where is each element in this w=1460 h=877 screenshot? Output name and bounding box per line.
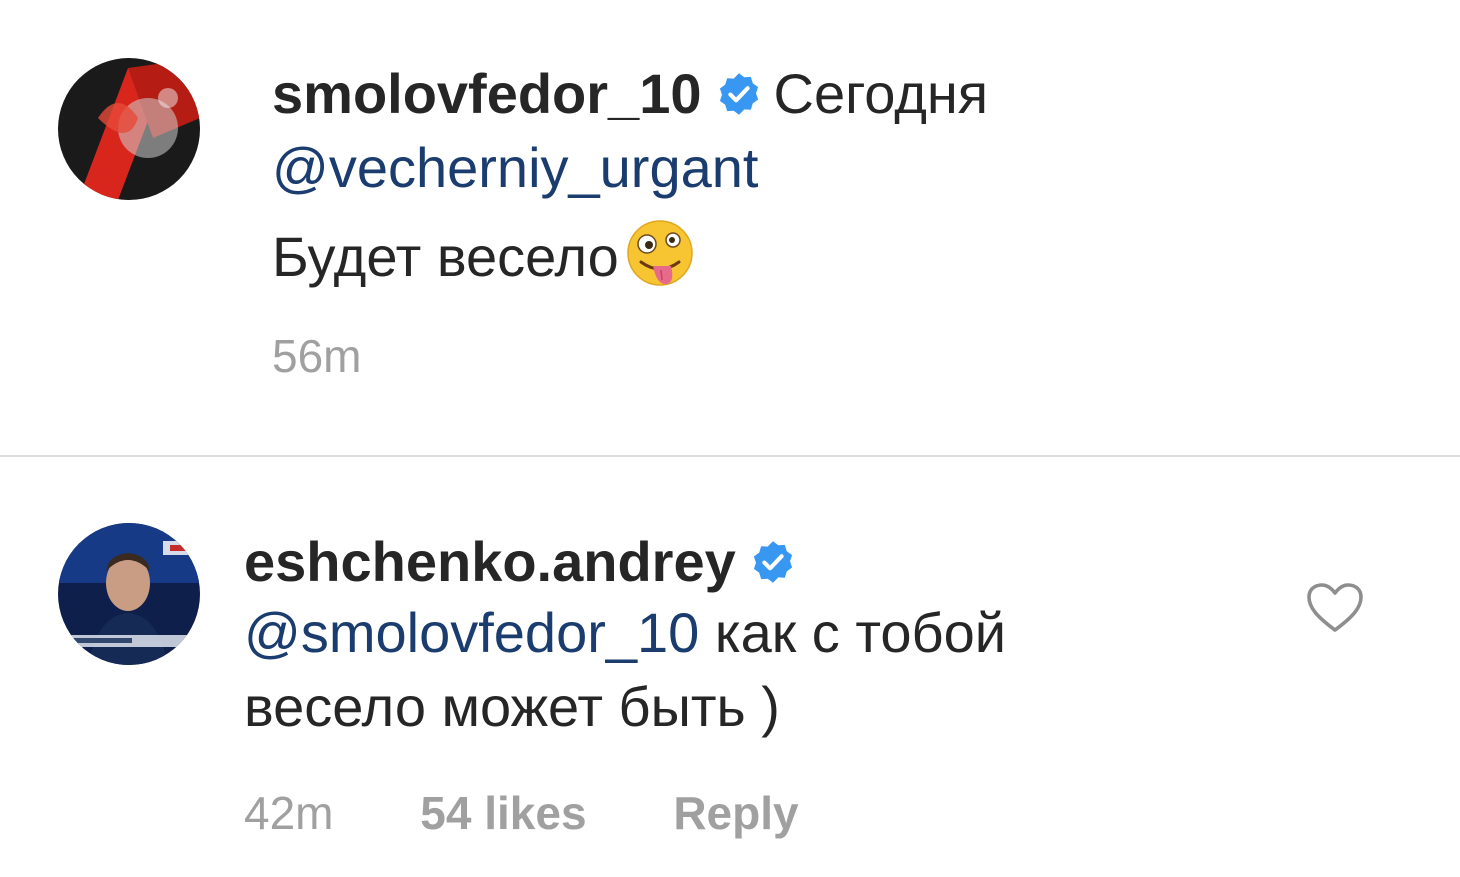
avatar[interactable]: [58, 58, 200, 200]
comment-header: smolovfedor_10 Сегодня: [272, 62, 988, 126]
comment-item: smolovfedor_10 Сегодня @vecherniy_urgant…: [0, 0, 1460, 455]
comment-body-line: Будет весело: [272, 218, 697, 292]
username[interactable]: eshchenko.andrey: [244, 530, 736, 593]
comment-text: Будет весело: [272, 225, 619, 288]
username[interactable]: smolovfedor_10: [272, 62, 702, 125]
comment-body-line: весело может быть ): [244, 675, 780, 739]
comment-header: eshchenko.andrey: [244, 530, 796, 594]
avatar[interactable]: [58, 523, 200, 665]
comment-meta: 56m: [272, 330, 361, 382]
comment-text: как с тобой: [699, 601, 1007, 664]
mention-link[interactable]: @smolovfedor_10: [244, 601, 699, 664]
comment-body-line: @smolovfedor_10 как с тобой: [244, 601, 1006, 665]
comment-item: eshchenko.andrey @smolovfedor_10 как с т…: [0, 457, 1460, 877]
likes-count[interactable]: 54 likes: [420, 787, 586, 839]
mention-link[interactable]: @vecherniy_urgant: [272, 136, 758, 199]
verified-badge-icon: [719, 73, 758, 115]
heart-outline-icon[interactable]: [1306, 582, 1364, 634]
comment-text: весело может быть ): [244, 675, 780, 738]
zany-face-emoji-icon: [627, 220, 693, 286]
timestamp: 56m: [272, 330, 362, 382]
header-text: Сегодня: [773, 62, 989, 125]
reply-button[interactable]: Reply: [673, 787, 798, 839]
comment-body-line: @vecherniy_urgant: [272, 136, 758, 200]
timestamp: 42m: [244, 787, 334, 839]
comment-meta: 42m 54 likes Reply: [244, 787, 799, 839]
verified-badge-icon: [753, 541, 792, 583]
